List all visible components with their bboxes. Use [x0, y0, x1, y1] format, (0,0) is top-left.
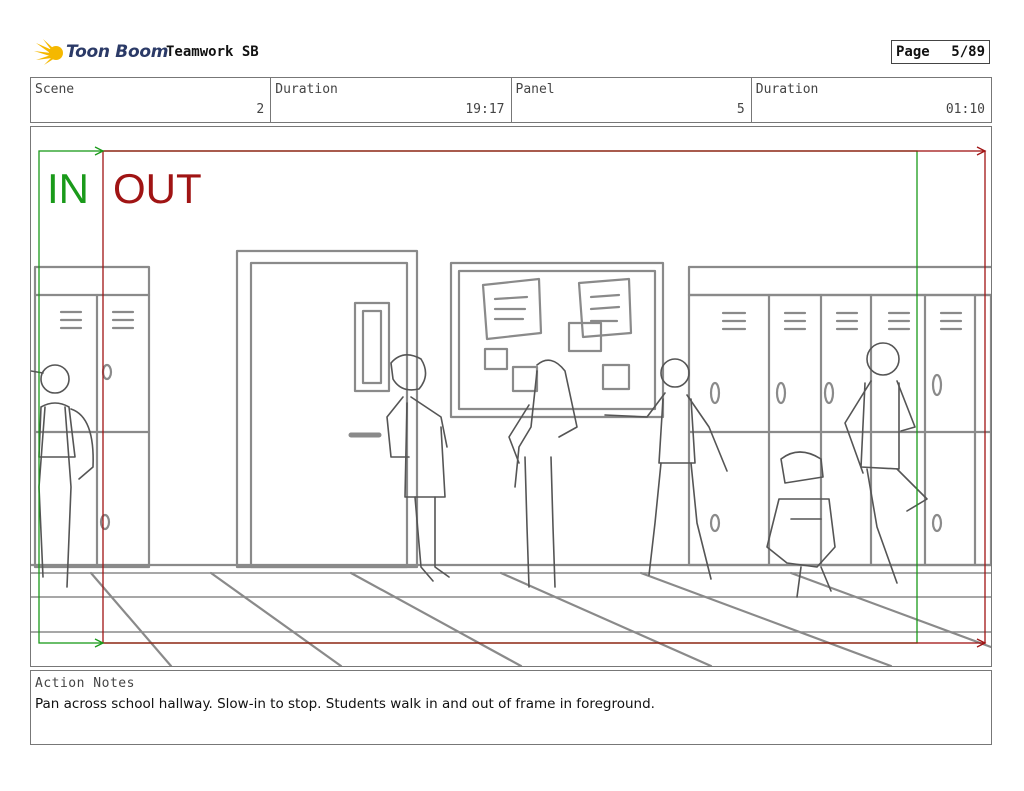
panel-cell: Panel 5 — [512, 78, 752, 122]
project-title: Teamwork SB — [166, 44, 259, 60]
out-label: OUT — [113, 165, 202, 212]
page-label: Page — [896, 44, 930, 60]
scene-duration-cell: Duration 19:17 — [271, 78, 512, 122]
scene-cell: Scene 2 — [31, 78, 272, 122]
panel-duration-label: Duration — [755, 82, 819, 97]
camera-guides: IN OUT — [38, 146, 987, 648]
panel-info-row: Scene 2 Duration 19:17 Panel 5 Duration … — [30, 77, 992, 123]
scene-label: Scene — [35, 82, 75, 97]
action-notes-label: Action Notes — [35, 676, 135, 691]
students-sketch — [31, 342, 928, 598]
page-value: 5/89 — [951, 44, 985, 60]
scene-duration-label: Duration — [275, 82, 338, 97]
scene-duration-value: 19:17 — [465, 102, 505, 117]
page-counter: Page 5/89 — [891, 40, 990, 64]
panel-sketch: IN OUT — [31, 146, 991, 666]
hallway-sketch — [31, 249, 991, 666]
panel-label: Panel — [515, 82, 555, 97]
logo-text: Toon Boom — [66, 42, 169, 62]
panel-duration-value: 01:10 — [945, 102, 985, 117]
scene-value: 2 — [256, 102, 265, 117]
panel-duration-cell: Duration 01:10 — [752, 78, 991, 122]
panel-value: 5 — [736, 102, 745, 117]
storyboard-panel: IN OUT — [30, 126, 992, 667]
action-notes: Action Notes Pan across school hallway. … — [30, 670, 992, 745]
out-frame — [102, 150, 986, 644]
action-notes-text: Pan across school hallway. Slow-in to st… — [35, 696, 655, 712]
in-label: IN — [47, 165, 89, 212]
